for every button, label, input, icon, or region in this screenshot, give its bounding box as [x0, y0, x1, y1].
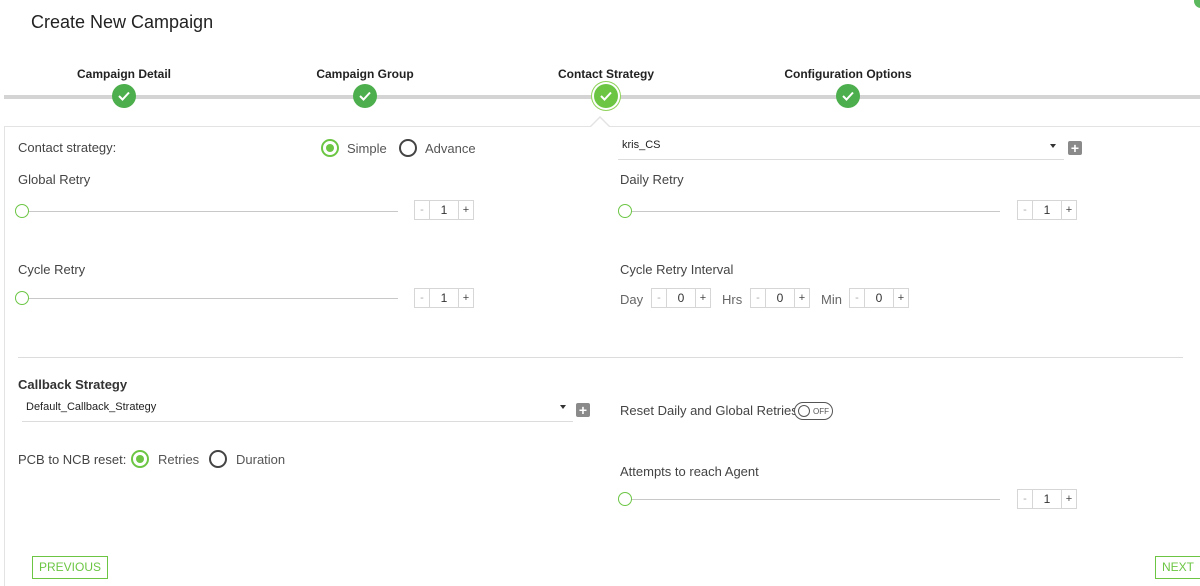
- daily-retry-slider[interactable]: [624, 211, 1000, 212]
- attempts-value[interactable]: 1: [1032, 490, 1062, 508]
- interval-min-stepper[interactable]: - 0 +: [849, 288, 909, 308]
- cycle-retry-stepper[interactable]: - 1 +: [414, 288, 474, 308]
- callback-strategy-select-value[interactable]: Default_Callback_Strategy: [26, 401, 156, 413]
- page-title: Create New Campaign: [31, 12, 214, 32]
- previous-button[interactable]: PREVIOUS: [32, 556, 108, 579]
- reset-retries-label: Reset Daily and Global Retries: [620, 403, 798, 418]
- daily-retry-increment-button[interactable]: +: [1062, 201, 1076, 219]
- contact-strategy-panel: [4, 126, 1200, 586]
- daily-retry-slider-handle[interactable]: [618, 204, 632, 218]
- step-label-contact-strategy: Contact Strategy: [557, 67, 655, 81]
- step-label-campaign-detail: Campaign Detail: [76, 67, 172, 81]
- pcb-retries-radio[interactable]: [131, 450, 149, 468]
- pcb-duration-label[interactable]: Duration: [236, 452, 285, 467]
- global-retry-slider[interactable]: [22, 211, 398, 212]
- daily-retry-decrement-button[interactable]: -: [1018, 201, 1032, 219]
- toggle-knob: [798, 405, 810, 417]
- pcb-to-ncb-label: PCB to NCB reset:: [18, 452, 127, 467]
- attempts-slider-handle[interactable]: [618, 492, 632, 506]
- global-retry-value[interactable]: 1: [429, 201, 459, 219]
- cycle-retry-slider-handle[interactable]: [15, 291, 29, 305]
- cycle-retry-decrement-button[interactable]: -: [415, 289, 429, 307]
- attempts-stepper[interactable]: - 1 +: [1017, 489, 1077, 509]
- daily-retry-stepper[interactable]: - 1 +: [1017, 200, 1077, 220]
- global-retry-label: Global Retry: [18, 172, 91, 187]
- daily-retry-label: Daily Retry: [620, 172, 684, 187]
- callback-strategy-select[interactable]: [22, 421, 573, 422]
- reset-retries-toggle[interactable]: OFF: [794, 402, 833, 420]
- global-retry-increment-button[interactable]: +: [459, 201, 473, 219]
- step-campaign-group-check-icon[interactable]: [353, 84, 377, 108]
- pcb-retries-label[interactable]: Retries: [158, 452, 199, 467]
- cycle-retry-slider[interactable]: [22, 298, 398, 299]
- chevron-down-icon[interactable]: [1050, 144, 1056, 148]
- attempts-decrement-button[interactable]: -: [1018, 490, 1032, 508]
- step-campaign-detail-check-icon[interactable]: [112, 84, 136, 108]
- daily-retry-value[interactable]: 1: [1032, 201, 1062, 219]
- interval-min-increment-button[interactable]: +: [894, 289, 908, 307]
- attempts-increment-button[interactable]: +: [1062, 490, 1076, 508]
- status-dot: [1194, 0, 1200, 8]
- interval-day-value[interactable]: 0: [666, 289, 696, 307]
- add-contact-strategy-icon[interactable]: +: [1068, 141, 1082, 155]
- step-label-configuration-options: Configuration Options: [784, 67, 912, 81]
- interval-hrs-value[interactable]: 0: [765, 289, 795, 307]
- step-contact-strategy-check-icon[interactable]: [594, 84, 618, 108]
- cycle-retry-value[interactable]: 1: [429, 289, 459, 307]
- cycle-retry-interval-label: Cycle Retry Interval: [620, 262, 734, 277]
- interval-hrs-decrement-button[interactable]: -: [751, 289, 765, 307]
- attempts-label: Attempts to reach Agent: [620, 464, 759, 479]
- interval-hrs-stepper[interactable]: - 0 +: [750, 288, 810, 308]
- interval-hrs-label: Hrs: [722, 292, 743, 307]
- cycle-retry-increment-button[interactable]: +: [459, 289, 473, 307]
- next-button[interactable]: NEXT: [1155, 556, 1200, 579]
- add-callback-strategy-icon[interactable]: +: [576, 403, 590, 417]
- interval-hrs-increment-button[interactable]: +: [795, 289, 809, 307]
- global-retry-decrement-button[interactable]: -: [415, 201, 429, 219]
- interval-day-decrement-button[interactable]: -: [652, 289, 666, 307]
- cycle-retry-label: Cycle Retry: [18, 262, 86, 277]
- interval-day-stepper[interactable]: - 0 +: [651, 288, 711, 308]
- pcb-duration-radio[interactable]: [209, 450, 227, 468]
- chevron-down-icon[interactable]: [560, 405, 566, 409]
- interval-min-value[interactable]: 0: [864, 289, 894, 307]
- contact-strategy-advance-label[interactable]: Advance: [425, 141, 476, 156]
- callback-strategy-heading: Callback Strategy: [18, 377, 128, 392]
- global-retry-slider-handle[interactable]: [15, 204, 29, 218]
- section-divider: [18, 357, 1183, 358]
- interval-min-label: Min: [821, 292, 842, 307]
- toggle-state-label: OFF: [813, 406, 829, 416]
- contact-strategy-select-value[interactable]: kris_CS: [622, 139, 661, 151]
- contact-strategy-select[interactable]: [618, 159, 1064, 160]
- interval-day-increment-button[interactable]: +: [696, 289, 710, 307]
- contact-strategy-simple-radio[interactable]: [321, 139, 339, 157]
- attempts-slider[interactable]: [624, 499, 1000, 500]
- step-label-campaign-group: Campaign Group: [316, 67, 414, 81]
- step-configuration-options-check-icon[interactable]: [836, 84, 860, 108]
- interval-min-decrement-button[interactable]: -: [850, 289, 864, 307]
- interval-day-label: Day: [620, 292, 644, 307]
- contact-strategy-simple-label[interactable]: Simple: [347, 141, 387, 156]
- contact-strategy-advance-radio[interactable]: [399, 139, 417, 157]
- contact-strategy-label: Contact strategy:: [18, 140, 117, 155]
- global-retry-stepper[interactable]: - 1 +: [414, 200, 474, 220]
